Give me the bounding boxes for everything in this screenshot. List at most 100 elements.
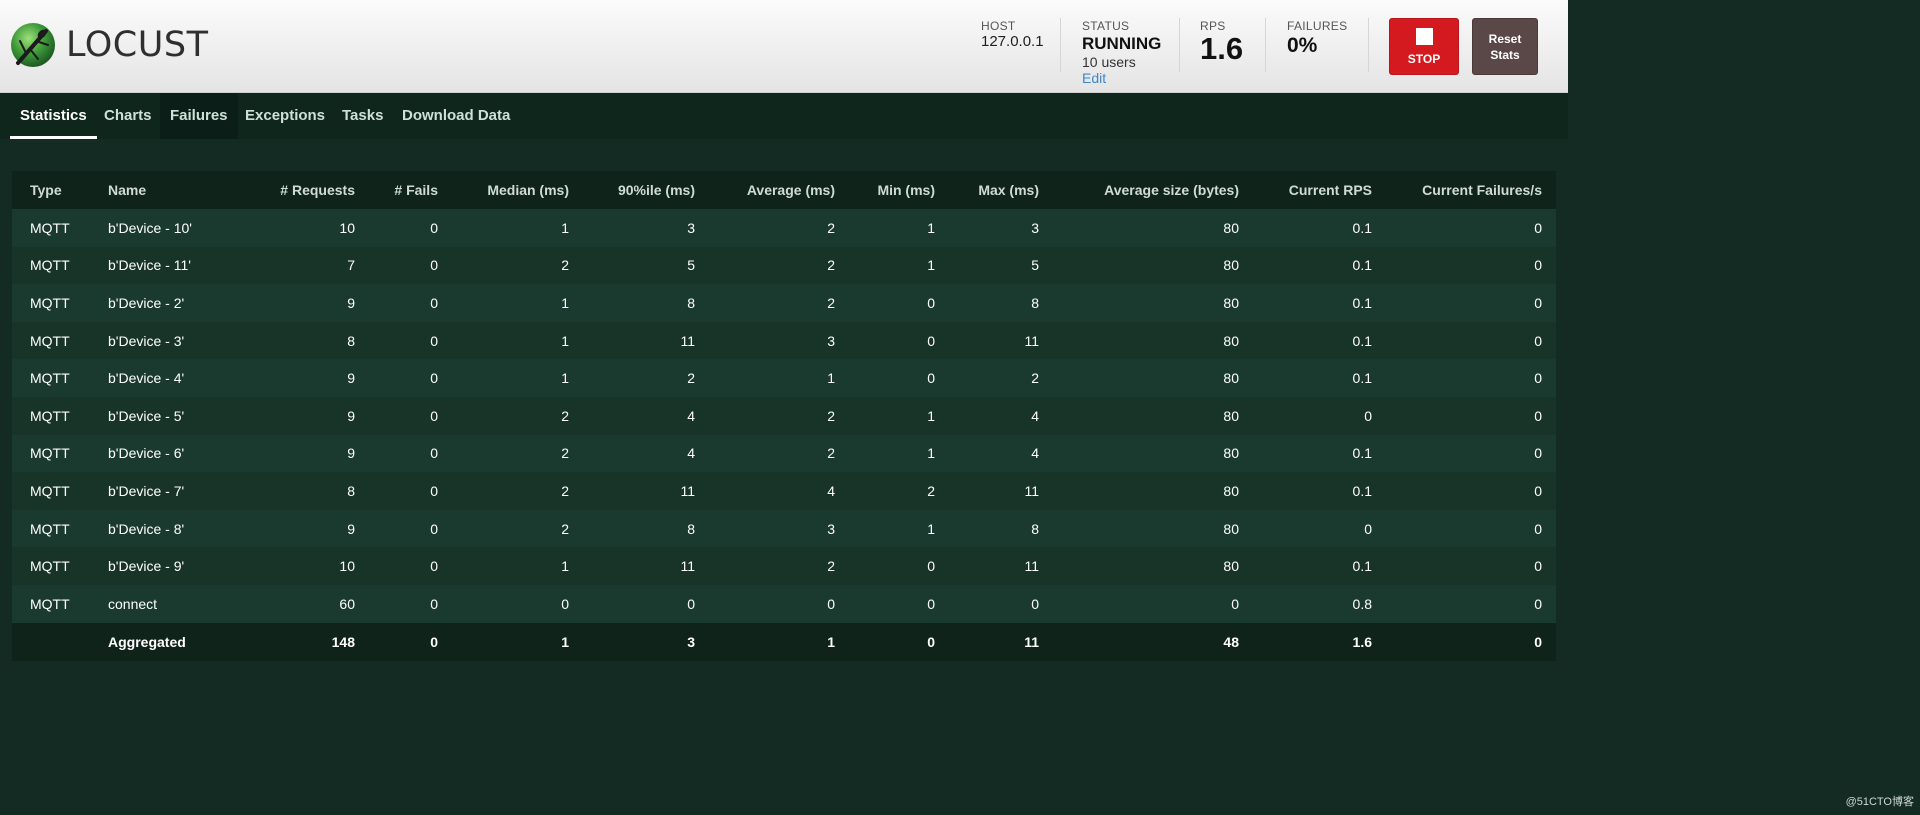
failures-value: 0% bbox=[1287, 34, 1318, 57]
table-cell: 2 bbox=[561, 445, 569, 462]
stop-label: STOP bbox=[1407, 52, 1441, 66]
table-cell: 80 bbox=[1223, 558, 1239, 575]
table-cell: 0.1 bbox=[1352, 219, 1372, 236]
column-header[interactable]: Median (ms) bbox=[452, 171, 583, 209]
tab-exceptions[interactable]: Exceptions bbox=[235, 93, 335, 139]
table-row: MQTT b'Device - 10' 10 0 1 3 2 1 3 80 0.1 0 bbox=[12, 209, 1556, 247]
table-row: MQTT b'Device - 6' 9 0 2 4 2 1 4 80 0.1 0 bbox=[12, 434, 1556, 473]
statistics-table: Type Name # Requests # Fails Median (ms) 90%i… bbox=[12, 171, 1556, 661]
table-cell: 0 bbox=[1534, 219, 1542, 236]
rps-stat: RPS 1.6 bbox=[1200, 19, 1243, 65]
table-cell: 0 bbox=[430, 332, 438, 349]
table-cell: MQTT bbox=[30, 257, 70, 274]
table-cell: MQTT bbox=[30, 332, 70, 349]
table-cell: 80 bbox=[1223, 407, 1239, 424]
column-header[interactable]: # Requests bbox=[224, 171, 369, 209]
tab-statistics[interactable]: Statistics bbox=[10, 93, 97, 139]
table-cell: 0 bbox=[430, 370, 438, 387]
tab-tasks[interactable]: Tasks bbox=[332, 93, 393, 139]
table-cell: 1 bbox=[927, 445, 935, 462]
table-cell: 8 bbox=[1031, 520, 1039, 537]
reset-stats-button[interactable]: Reset Stats bbox=[1472, 18, 1538, 75]
table-cell: 0.1 bbox=[1352, 370, 1372, 387]
table-cell: 0.1 bbox=[1352, 558, 1372, 575]
edit-users-link[interactable]: Edit bbox=[1082, 70, 1161, 86]
tab-charts[interactable]: Charts bbox=[94, 93, 162, 139]
table-cell: 11 bbox=[1024, 558, 1039, 575]
table-body: MQTT b'Device - 10' 10 0 1 3 2 1 3 80 0.1 0 MQTT b'De… bbox=[12, 209, 1556, 623]
table-row: MQTT b'Device - 11' 7 0 2 5 2 1 5 80 0.1 0 bbox=[12, 246, 1556, 285]
table-cell: 0 bbox=[561, 595, 569, 612]
table-cell: 80 bbox=[1223, 370, 1239, 387]
failures-stat: FAILURES 0% bbox=[1287, 19, 1347, 58]
table-cell: 3 bbox=[687, 219, 695, 236]
table-cell: 4 bbox=[1031, 445, 1039, 462]
column-header[interactable]: Min (ms) bbox=[849, 171, 949, 209]
table-cell: 0 bbox=[1364, 407, 1372, 424]
table-cell: 80 bbox=[1223, 520, 1239, 537]
table-cell: 1 bbox=[927, 407, 935, 424]
table-cell: 0 bbox=[1534, 332, 1542, 349]
table-cell: 1 bbox=[561, 370, 569, 387]
divider bbox=[1368, 18, 1369, 72]
table-cell: 2 bbox=[561, 482, 569, 499]
table-cell: 0 bbox=[687, 595, 695, 612]
column-header[interactable]: Current Failures/s bbox=[1386, 171, 1556, 209]
table-cell: 0.1 bbox=[1352, 294, 1372, 311]
table-cell: 8 bbox=[347, 482, 355, 499]
locust-logo: LOCUST bbox=[10, 19, 208, 71]
table-cell: 3 bbox=[1031, 219, 1039, 236]
column-header[interactable]: # Fails bbox=[369, 171, 452, 209]
table-cell: 3 bbox=[827, 520, 835, 537]
aggregated-cell: 48 bbox=[1223, 633, 1239, 650]
table-cell: b'Device - 6' bbox=[108, 445, 185, 462]
aggregated-cell: 0 bbox=[1534, 633, 1542, 650]
table-cell: MQTT bbox=[30, 407, 70, 424]
table-cell: 80 bbox=[1223, 219, 1239, 236]
statistics-panel: Type Name # Requests # Fails Median (ms) 90%i… bbox=[12, 171, 1556, 661]
aggregated-cell: Aggregated bbox=[108, 633, 186, 650]
table-cell: 8 bbox=[687, 294, 695, 311]
column-header[interactable]: Name bbox=[94, 171, 224, 209]
column-header[interactable]: Max (ms) bbox=[949, 171, 1053, 209]
table-cell: 0 bbox=[1534, 370, 1542, 387]
table-cell: b'Device - 11' bbox=[108, 257, 191, 274]
table-cell: MQTT bbox=[30, 482, 70, 499]
table-cell: 60 bbox=[339, 595, 355, 612]
column-header[interactable]: Average (ms) bbox=[709, 171, 849, 209]
tab-download-data[interactable]: Download Data bbox=[392, 93, 520, 139]
tab-bar: Statistics Charts Failures Exceptions Ta… bbox=[0, 93, 1568, 139]
aggregated-cell: 1 bbox=[561, 633, 569, 650]
column-header[interactable]: Type bbox=[12, 171, 94, 209]
table-cell: 4 bbox=[687, 445, 695, 462]
table-cell: 80 bbox=[1223, 294, 1239, 311]
tab-failures[interactable]: Failures bbox=[160, 93, 238, 139]
table-cell: MQTT bbox=[30, 520, 70, 537]
table-cell: MQTT bbox=[30, 370, 70, 387]
table-cell: b'Device - 4' bbox=[108, 370, 185, 387]
stop-icon bbox=[1415, 28, 1433, 45]
table-cell: 1 bbox=[561, 294, 569, 311]
table-cell: 9 bbox=[347, 294, 355, 311]
table-cell: 2 bbox=[827, 558, 835, 575]
table-cell: 2 bbox=[561, 257, 569, 274]
table-cell: 11 bbox=[680, 558, 695, 575]
table-cell: 0.8 bbox=[1352, 595, 1372, 612]
failures-label: FAILURES bbox=[1287, 19, 1348, 33]
table-cell: 1 bbox=[927, 257, 935, 274]
table-cell: 0 bbox=[1534, 407, 1542, 424]
host-label: HOST bbox=[981, 19, 1016, 33]
table-cell: 0 bbox=[430, 257, 438, 274]
stop-button[interactable]: STOP bbox=[1389, 18, 1459, 75]
table-cell: 1 bbox=[927, 520, 935, 537]
table-cell: 2 bbox=[827, 294, 835, 311]
table-cell: 0 bbox=[1364, 520, 1372, 537]
column-header[interactable]: Average size (bytes) bbox=[1053, 171, 1253, 209]
column-header[interactable]: 90%ile (ms) bbox=[583, 171, 709, 209]
table-cell: 8 bbox=[687, 520, 695, 537]
aggregated-cell: 1.6 bbox=[1352, 633, 1372, 650]
divider bbox=[1265, 18, 1266, 72]
column-header[interactable]: Current RPS bbox=[1253, 171, 1386, 209]
status-label: STATUS bbox=[1082, 19, 1130, 33]
table-cell: 1 bbox=[827, 370, 835, 387]
